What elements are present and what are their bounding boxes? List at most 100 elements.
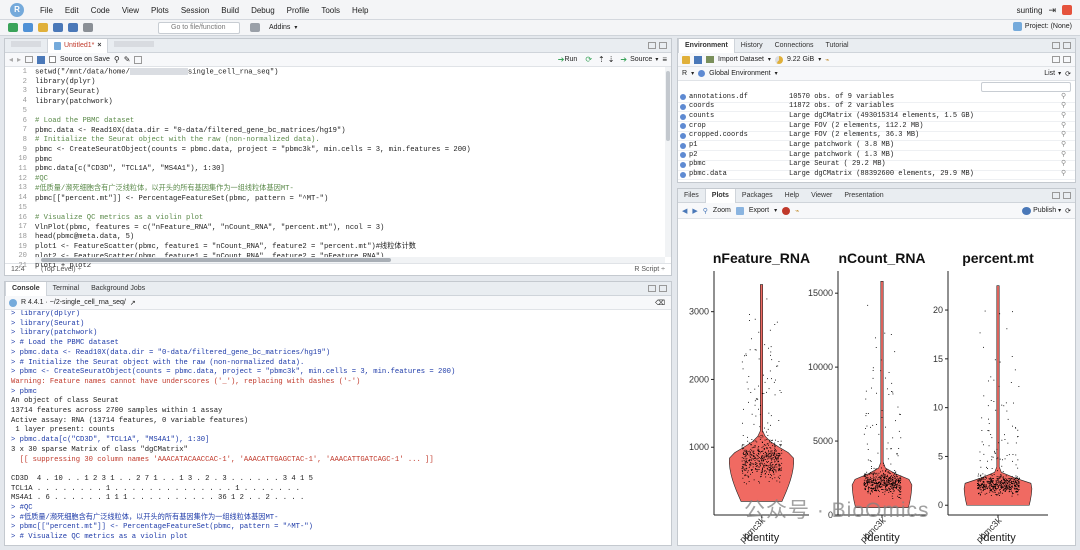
sign-out-icon[interactable]: ⇥	[1048, 5, 1056, 16]
rerun-icon[interactable]: ⟳	[585, 55, 592, 64]
tab-background-jobs[interactable]: Background Jobs	[85, 282, 151, 296]
view-data-icon[interactable]: ⚲	[1061, 170, 1075, 180]
tab-plots[interactable]: Plots	[704, 188, 736, 203]
scope-selector[interactable]: Global Environment	[709, 70, 770, 77]
tab-untitled1[interactable]: Untitled1* ×	[47, 38, 109, 53]
close-icon[interactable]: ×	[97, 39, 101, 53]
search-icon[interactable]: ⚲	[114, 55, 120, 64]
outline-icon[interactable]: ≡	[662, 55, 667, 64]
menu-plots[interactable]: Plots	[151, 6, 169, 15]
minimize-icon[interactable]	[648, 285, 656, 292]
view-data-icon[interactable]: ⚲	[1061, 122, 1075, 132]
remove-plot-icon[interactable]	[782, 206, 791, 215]
publish-button[interactable]: Publish	[1033, 207, 1056, 214]
tab-blurred-2[interactable]	[108, 39, 160, 53]
source-on-save-checkbox[interactable]	[49, 56, 57, 63]
open-dir-icon[interactable]: ↗	[130, 299, 136, 307]
menu-profile[interactable]: Profile	[287, 6, 310, 15]
tab-viewer[interactable]: Viewer	[805, 189, 838, 203]
file-type-selector[interactable]: R Script ÷	[634, 266, 665, 273]
open-folder-icon[interactable]	[38, 23, 48, 32]
broom-icon[interactable]: ⌁	[795, 207, 799, 215]
maximize-icon[interactable]	[1063, 192, 1071, 199]
tab-blurred[interactable]	[5, 39, 47, 53]
grid-icon[interactable]	[250, 23, 260, 32]
view-data-icon[interactable]: ⚲	[1061, 93, 1075, 103]
import-dataset-button[interactable]: Import Dataset	[718, 56, 764, 63]
prev-plot-icon[interactable]: ◀	[682, 207, 687, 215]
show-in-window-icon[interactable]	[25, 56, 34, 63]
horizontal-scrollbar[interactable]	[35, 257, 665, 263]
menu-help[interactable]: Help	[352, 6, 368, 15]
view-data-icon[interactable]: ⚲	[1061, 102, 1075, 112]
view-data-icon[interactable]: ⚲	[1061, 112, 1075, 122]
source-button[interactable]: Source	[630, 56, 652, 63]
tab-connections[interactable]: Connections	[769, 39, 820, 53]
save-icon[interactable]	[37, 55, 46, 64]
console-output[interactable]: > library(dplyr) > library(Seurat) > libra…	[5, 310, 671, 542]
refresh-icon[interactable]: ⟳	[1065, 207, 1071, 215]
tab-history[interactable]: History	[735, 39, 769, 53]
broom-icon[interactable]: ⌁	[825, 56, 829, 64]
next-plot-icon[interactable]: ▶	[692, 207, 697, 215]
tab-console[interactable]: Console	[5, 281, 47, 296]
minimize-icon[interactable]	[648, 42, 656, 49]
minimize-icon[interactable]	[1052, 192, 1060, 199]
load-workspace-icon[interactable]	[682, 55, 690, 64]
minimize-icon[interactable]	[1052, 42, 1060, 49]
goto-file-input[interactable]: Go to file/function	[158, 22, 240, 34]
view-data-icon[interactable]: ⚲	[1061, 141, 1075, 151]
tab-help[interactable]: Help	[779, 189, 805, 203]
project-menu[interactable]: Project: (None)	[1012, 22, 1072, 31]
menu-edit[interactable]: Edit	[65, 6, 79, 15]
tab-tutorial[interactable]: Tutorial	[820, 39, 855, 53]
env-row[interactable]: pbmc.data Large dgCMatrix (88392600 eleme…	[678, 170, 1075, 181]
scope-selector[interactable]: (Top Level) ÷	[41, 266, 81, 273]
tab-files[interactable]: Files	[678, 189, 705, 203]
language-selector[interactable]: R	[682, 70, 687, 77]
tab-environment[interactable]: Environment	[678, 38, 735, 53]
tab-presentation[interactable]: Presentation	[838, 189, 889, 203]
memory-usage[interactable]: 9.22 GiB	[787, 56, 814, 63]
view-mode-selector[interactable]: List	[1044, 70, 1055, 77]
menu-code[interactable]: Code	[91, 6, 110, 15]
view-data-icon[interactable]: ⚲	[1061, 131, 1075, 141]
view-data-icon[interactable]: ⚲	[1061, 160, 1075, 170]
save-workspace-icon[interactable]	[694, 55, 702, 64]
run-button[interactable]: Run	[564, 56, 577, 63]
addins-menu[interactable]: Addins	[269, 24, 290, 31]
forward-arrow-icon[interactable]: ▸	[17, 55, 21, 64]
compile-icon[interactable]	[134, 55, 143, 64]
new-file-icon[interactable]	[8, 23, 18, 32]
menu-session[interactable]: Session	[181, 6, 209, 15]
view-data-icon[interactable]: ⚲	[1061, 151, 1075, 161]
minimize-icon[interactable]	[1052, 56, 1060, 63]
menu-view[interactable]: View	[122, 6, 139, 15]
menu-debug[interactable]: Debug	[251, 6, 275, 15]
save-all-icon[interactable]	[68, 23, 78, 32]
tab-packages[interactable]: Packages	[736, 189, 779, 203]
maximize-icon[interactable]	[1063, 42, 1071, 49]
quit-icon[interactable]	[1062, 5, 1072, 15]
back-arrow-icon[interactable]: ◂	[9, 55, 13, 64]
new-project-icon[interactable]	[23, 23, 33, 32]
jump-up-icon[interactable]: ⇡	[598, 55, 605, 64]
save-icon[interactable]	[53, 23, 63, 32]
chevron-down-icon[interactable]: ▾	[655, 56, 658, 63]
wand-icon[interactable]: ✎	[124, 55, 131, 64]
vertical-scrollbar[interactable]	[665, 67, 671, 257]
env-search-input[interactable]	[981, 82, 1071, 92]
zoom-button[interactable]: Zoom	[713, 207, 731, 214]
print-icon[interactable]	[83, 23, 93, 32]
menu-tools[interactable]: Tools	[321, 6, 340, 15]
menu-file[interactable]: File	[40, 6, 53, 15]
tab-terminal[interactable]: Terminal	[47, 282, 85, 296]
clear-console-icon[interactable]: ⌫	[655, 299, 665, 307]
jump-down-icon[interactable]: ⇣	[608, 55, 615, 64]
maximize-icon[interactable]	[659, 285, 667, 292]
code-area[interactable]: setwd("/mnt/data/home/single_cell_rna_se…	[31, 67, 665, 272]
export-button[interactable]: Export	[749, 207, 769, 214]
maximize-icon[interactable]	[659, 42, 667, 49]
menu-build[interactable]: Build	[221, 6, 239, 15]
maximize-icon[interactable]	[1063, 56, 1071, 63]
